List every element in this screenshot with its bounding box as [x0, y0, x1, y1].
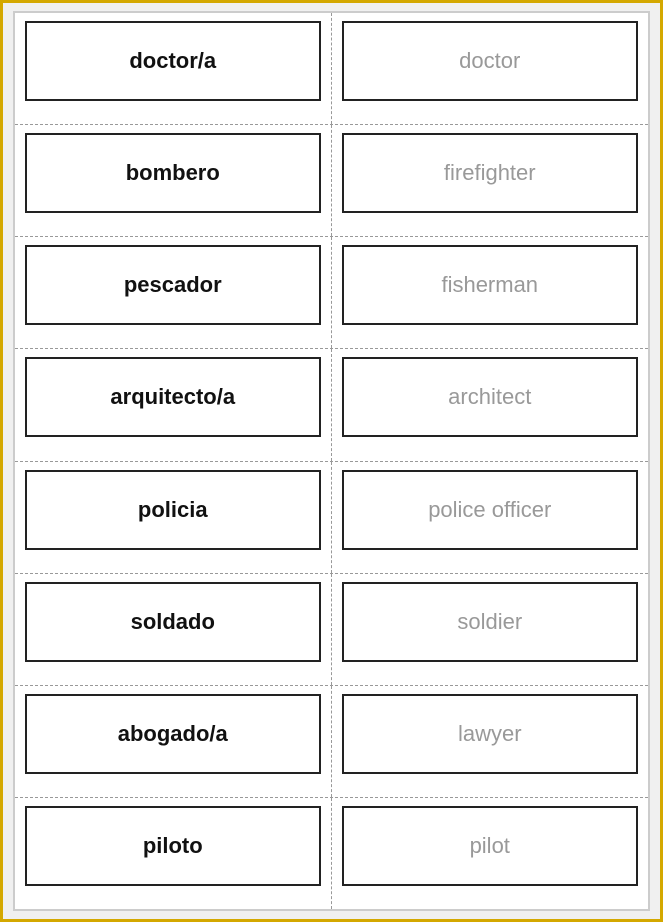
spanish-card: soldado — [25, 582, 321, 662]
english-cell: firefighter — [332, 125, 649, 236]
table-row: soldado soldier — [15, 574, 648, 686]
english-card: soldier — [342, 582, 639, 662]
spanish-card: arquitecto/a — [25, 357, 321, 437]
english-word: fisherman — [441, 272, 538, 298]
english-card: architect — [342, 357, 639, 437]
spanish-word: soldado — [131, 609, 215, 635]
english-word: doctor — [459, 48, 520, 74]
spanish-word: doctor/a — [129, 48, 216, 74]
spanish-cell: pescador — [15, 237, 332, 348]
english-word: pilot — [470, 833, 510, 859]
spanish-word: abogado/a — [118, 721, 228, 747]
spanish-cell: bombero — [15, 125, 332, 236]
english-cell: police officer — [332, 462, 649, 573]
english-cell: architect — [332, 349, 649, 460]
english-word: lawyer — [458, 721, 522, 747]
spanish-card: policia — [25, 470, 321, 550]
spanish-word: bombero — [126, 160, 220, 186]
table-row: piloto pilot — [15, 798, 648, 909]
spanish-cell: abogado/a — [15, 686, 332, 797]
english-cell: lawyer — [332, 686, 649, 797]
spanish-cell: doctor/a — [15, 13, 332, 124]
table-row: doctor/a doctor — [15, 13, 648, 125]
page-container: doctor/a doctor bombero firefighter pescador… — [0, 0, 663, 922]
vocab-table: doctor/a doctor bombero firefighter pescador… — [13, 11, 650, 911]
spanish-cell: piloto — [15, 798, 332, 909]
english-cell: doctor — [332, 13, 649, 124]
english-card: doctor — [342, 21, 639, 101]
english-word: firefighter — [444, 160, 536, 186]
english-card: firefighter — [342, 133, 639, 213]
table-row: bombero firefighter — [15, 125, 648, 237]
english-word: architect — [448, 384, 531, 410]
spanish-card: doctor/a — [25, 21, 321, 101]
english-card: fisherman — [342, 245, 639, 325]
spanish-word: piloto — [143, 833, 203, 859]
spanish-cell: arquitecto/a — [15, 349, 332, 460]
table-row: pescador fisherman — [15, 237, 648, 349]
english-card: police officer — [342, 470, 639, 550]
table-row: arquitecto/a architect — [15, 349, 648, 461]
spanish-cell: policia — [15, 462, 332, 573]
spanish-card: piloto — [25, 806, 321, 886]
english-card: pilot — [342, 806, 639, 886]
english-cell: soldier — [332, 574, 649, 685]
spanish-word: policia — [138, 497, 208, 523]
spanish-word: pescador — [124, 272, 222, 298]
english-cell: pilot — [332, 798, 649, 909]
table-row: policia police officer — [15, 462, 648, 574]
english-cell: fisherman — [332, 237, 649, 348]
english-word: police officer — [428, 497, 551, 523]
spanish-word: arquitecto/a — [110, 384, 235, 410]
english-word: soldier — [457, 609, 522, 635]
table-row: abogado/a lawyer — [15, 686, 648, 798]
spanish-cell: soldado — [15, 574, 332, 685]
spanish-card: pescador — [25, 245, 321, 325]
spanish-card: abogado/a — [25, 694, 321, 774]
spanish-card: bombero — [25, 133, 321, 213]
english-card: lawyer — [342, 694, 639, 774]
